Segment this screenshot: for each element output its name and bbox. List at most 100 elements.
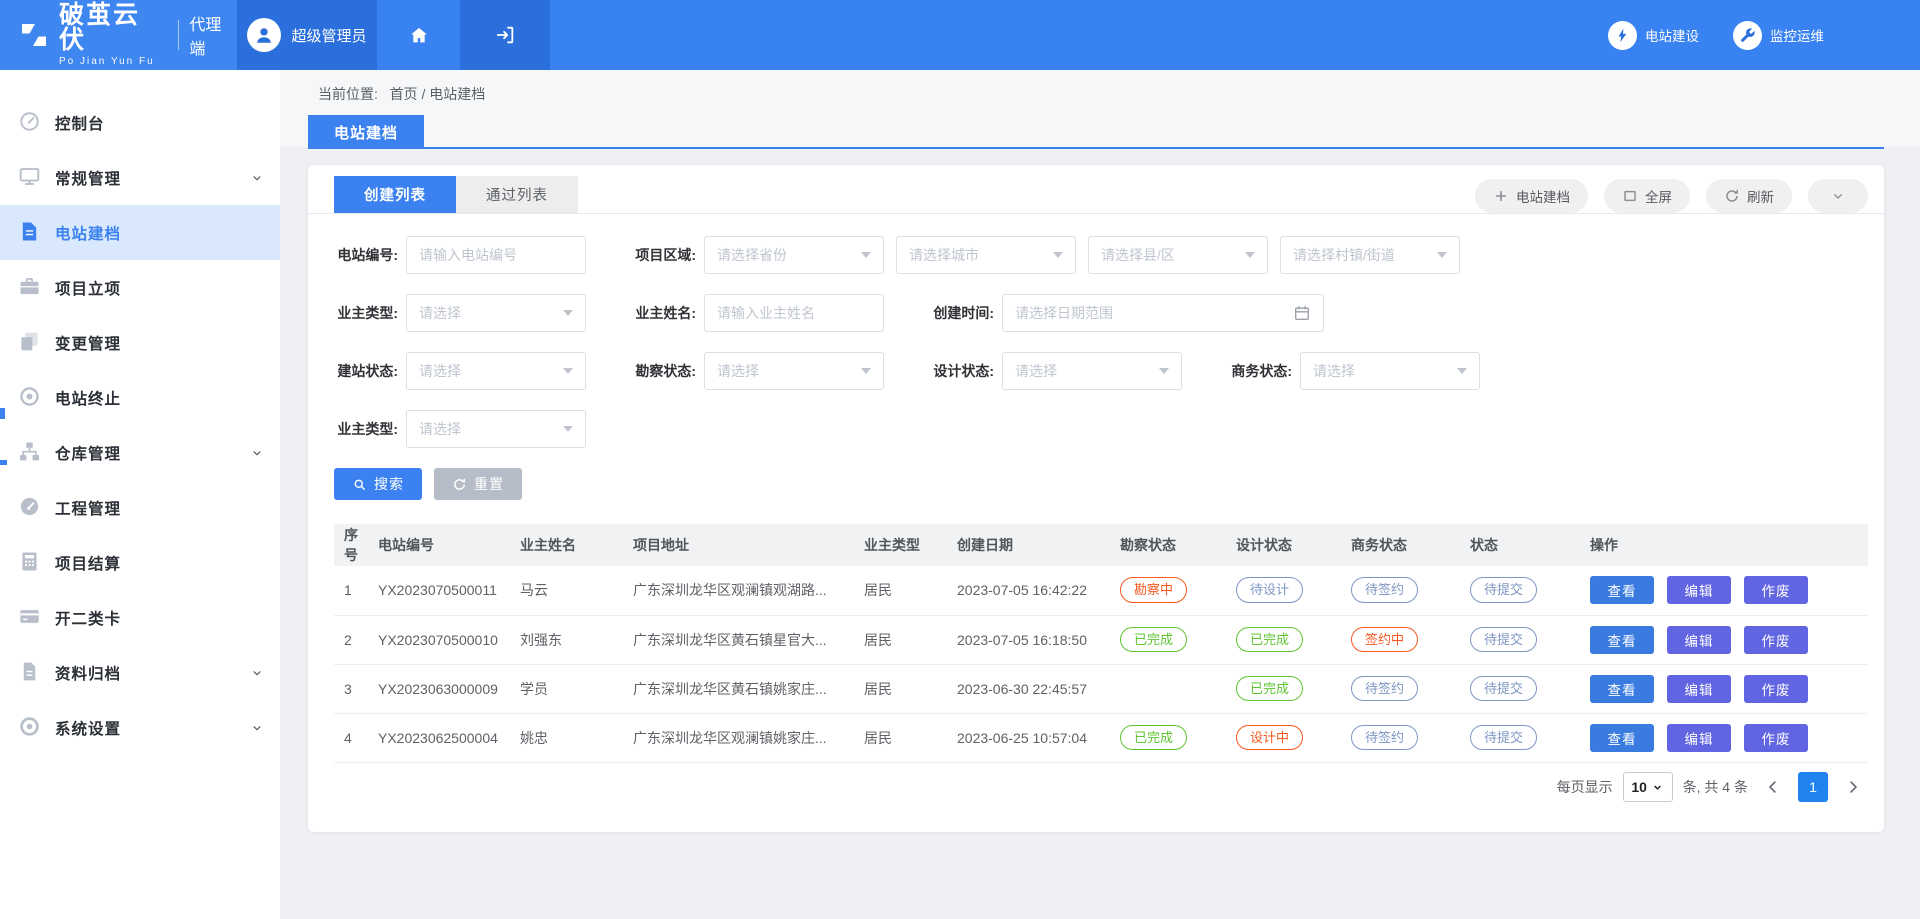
cell-project-address: 广东深圳龙华区黄石镇姚家庄... (629, 664, 860, 713)
cell-owner-name: 马云 (516, 566, 629, 615)
header-quick-links: 电站建设 监控运维 (1608, 0, 1824, 70)
column-header: 创建日期 (953, 524, 1116, 566)
briefcase-icon (18, 275, 43, 300)
filter-group: 请选择城市 (896, 236, 1076, 274)
filter-select[interactable]: 请选择 (406, 294, 586, 332)
caret-down-icon (1245, 252, 1255, 258)
status-badge: 已完成 (1120, 725, 1187, 751)
filter-text-input[interactable] (704, 294, 884, 332)
filter-select[interactable]: 请选择 (406, 410, 586, 448)
toolbar-chevron-button[interactable] (1808, 179, 1868, 213)
date-range-input[interactable]: 请选择日期范围 (1002, 294, 1324, 332)
sidebar-item-gauge[interactable]: 工程管理 (0, 480, 280, 535)
sidebar-item-record[interactable]: 电站终止 (0, 370, 280, 425)
search-icon (352, 477, 367, 492)
page-number-button[interactable]: 1 (1798, 772, 1828, 802)
void-button[interactable]: 作废 (1744, 724, 1808, 752)
bolt-icon-circle (1608, 21, 1637, 50)
sidebar-item-label: 工程管理 (55, 497, 121, 519)
caret-down-icon (1053, 252, 1063, 258)
caret-down-icon (1651, 781, 1664, 794)
edit-button[interactable]: 编辑 (1667, 724, 1731, 752)
files-icon (18, 330, 43, 355)
view-button[interactable]: 查看 (1590, 675, 1654, 703)
card-icon (18, 605, 43, 630)
filter-select[interactable]: 请选择村镇/街道 (1280, 236, 1460, 274)
cell-owner-name: 学员 (516, 664, 629, 713)
status-badge: 待提交 (1470, 676, 1537, 702)
sidebar-item-files[interactable]: 变更管理 (0, 315, 280, 370)
breadcrumb-home-link[interactable]: 首页 (390, 86, 418, 102)
cell-owner-name: 姚忠 (516, 713, 629, 762)
sidebar-item-calculator[interactable]: 项目结算 (0, 535, 280, 590)
cell-actions: 查看编辑作废 (1586, 615, 1868, 664)
edit-button[interactable]: 编辑 (1667, 576, 1731, 604)
table-row: 4YX2023062500004姚忠广东深圳龙华区观澜镇姚家庄...居民2023… (334, 713, 1868, 762)
portal-label: 代理端 (189, 11, 237, 59)
filter-group: 请选择村镇/街道 (1280, 236, 1460, 274)
quick-link-bolt[interactable]: 电站建设 (1608, 21, 1699, 50)
filter-select[interactable]: 请选择省份 (704, 236, 884, 274)
sidebar-item-card[interactable]: 开二类卡 (0, 590, 280, 645)
void-button[interactable]: 作废 (1744, 675, 1808, 703)
cell-created-date: 2023-07-05 16:42:22 (953, 566, 1116, 615)
quick-link-wrench[interactable]: 监控运维 (1733, 21, 1824, 50)
prev-page-button[interactable] (1764, 778, 1782, 796)
filter-select[interactable]: 请选择 (1002, 352, 1182, 390)
brand-logo-icon (16, 17, 52, 53)
column-header: 业主姓名 (516, 524, 629, 566)
logout-button[interactable] (460, 0, 550, 70)
toolbar-refresh-button[interactable]: 刷新 (1706, 179, 1792, 213)
sidebar-item-briefcase[interactable]: 项目立项 (0, 260, 280, 315)
user-menu[interactable]: 超级管理员 (237, 0, 377, 70)
cell-created-date: 2023-06-25 10:57:04 (953, 713, 1116, 762)
status-badge: 勘察中 (1120, 577, 1187, 603)
void-button[interactable]: 作废 (1744, 576, 1808, 604)
reset-button[interactable]: 重置 (434, 468, 522, 500)
view-button[interactable]: 查看 (1590, 576, 1654, 604)
view-button[interactable]: 查看 (1590, 724, 1654, 752)
status-badge: 已完成 (1236, 676, 1303, 702)
edit-button[interactable]: 编辑 (1667, 626, 1731, 654)
cell-created-date: 2023-07-05 16:18:50 (953, 615, 1116, 664)
view-button[interactable]: 查看 (1590, 626, 1654, 654)
column-header: 商务状态 (1347, 524, 1466, 566)
home-button[interactable] (377, 0, 460, 70)
cell-actions: 查看编辑作废 (1586, 713, 1868, 762)
page-tab[interactable]: 电站建档 (308, 115, 424, 149)
toolbar-plus-button[interactable]: 电站建档 (1475, 179, 1588, 213)
cell-seq: 2 (334, 615, 374, 664)
list-tab-1[interactable]: 通过列表 (456, 176, 578, 213)
caret-down-icon (563, 426, 573, 432)
filter-text-input[interactable] (406, 236, 586, 274)
sidebar-item-settings[interactable]: 系统设置 (0, 700, 280, 755)
filter-select[interactable]: 请选择 (704, 352, 884, 390)
sidebar-item-dashboard[interactable]: 控制台 (0, 95, 280, 150)
edit-button[interactable]: 编辑 (1667, 675, 1731, 703)
toolbar-fullscreen-button[interactable]: 全屏 (1604, 179, 1690, 213)
list-tab-0[interactable]: 创建列表 (334, 176, 456, 213)
cell-owner-type: 居民 (860, 664, 953, 713)
cell-seq: 3 (334, 664, 374, 713)
filter-select[interactable]: 请选择 (406, 352, 586, 390)
cell-seq: 1 (334, 566, 374, 615)
fullscreen-icon (1622, 188, 1638, 204)
filter-select[interactable]: 请选择 (1300, 352, 1480, 390)
sidebar-item-archive[interactable]: 资料归档 (0, 645, 280, 700)
void-button[interactable]: 作废 (1744, 626, 1808, 654)
filter-select[interactable]: 请选择县/区 (1088, 236, 1268, 274)
sidebar-item-monitor[interactable]: 常规管理 (0, 150, 280, 205)
filter-group: 项目区域:请选择省份 (632, 236, 884, 274)
cell-station-code: YX2023070500010 (374, 615, 516, 664)
filter-select[interactable]: 请选择城市 (896, 236, 1076, 274)
brand-block: 破茧云伏 Po Jian Yun Fu 代理端 (0, 0, 237, 70)
sidebar-item-sitemap[interactable]: 仓库管理 (0, 425, 280, 480)
search-button[interactable]: 搜索 (334, 468, 422, 500)
per-page-select[interactable]: 10 (1623, 772, 1673, 802)
cell-status: 待提交 (1466, 664, 1586, 713)
sidebar-item-document[interactable]: 电站建档 (0, 205, 280, 260)
pagination: 每页显示 10 条, 共 4 条 1 (1557, 772, 1868, 802)
settings-icon (18, 715, 43, 740)
breadcrumb-label: 当前位置: (318, 86, 378, 102)
next-page-button[interactable] (1844, 778, 1862, 796)
